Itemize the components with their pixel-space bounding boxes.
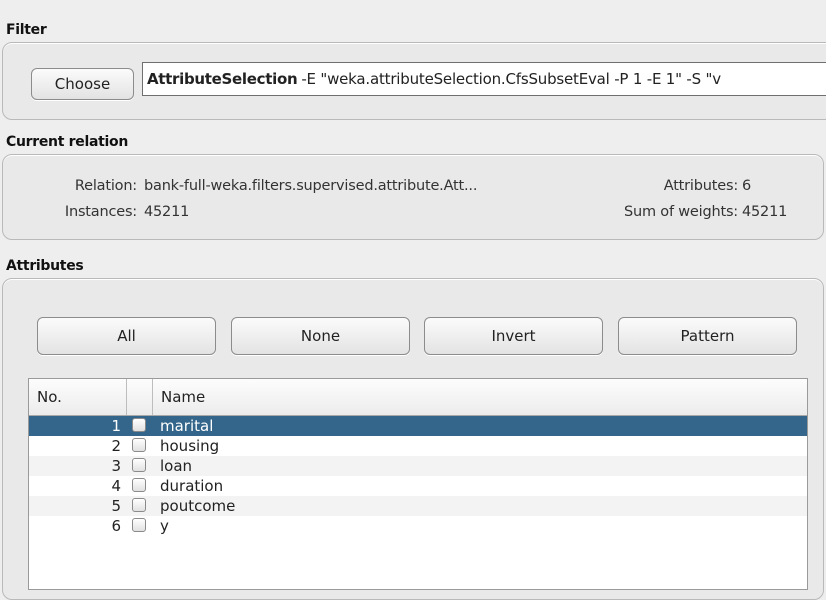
- table-row[interactable]: 2 housing: [29, 436, 807, 456]
- table-row[interactable]: 6 y: [29, 516, 807, 536]
- row-checkbox[interactable]: [132, 518, 146, 532]
- row-attribute-name: y: [160, 517, 169, 535]
- filter-section-title: Filter: [6, 22, 47, 38]
- row-attribute-name: duration: [160, 477, 224, 495]
- table-row[interactable]: 1 marital: [29, 416, 807, 436]
- row-attribute-name: marital: [160, 417, 214, 435]
- column-header-name[interactable]: Name: [153, 379, 807, 415]
- table-row[interactable]: 4 duration: [29, 476, 807, 496]
- row-checkbox[interactable]: [132, 458, 146, 472]
- relation-label: Relation:: [74, 178, 137, 194]
- row-checkbox[interactable]: [132, 478, 146, 492]
- row-attribute-name: loan: [160, 457, 193, 475]
- attributes-count-label: Attributes:: [663, 178, 738, 194]
- invert-selection-button[interactable]: Invert: [424, 317, 603, 355]
- row-attribute-name: housing: [160, 437, 220, 455]
- row-checkbox[interactable]: [132, 418, 146, 432]
- current-relation-panel: [2, 154, 824, 240]
- filter-name: AttributeSelection: [147, 70, 298, 88]
- attributes-count-value: 6: [742, 178, 752, 194]
- attributes-section-title: Attributes: [6, 258, 84, 274]
- row-number: 2: [111, 437, 121, 455]
- column-header-checkbox[interactable]: [127, 379, 153, 415]
- filter-options: -E "weka.attributeSelection.CfsSubsetEva…: [301, 70, 721, 88]
- column-header-no[interactable]: No.: [29, 379, 127, 415]
- table-header: No. Name: [29, 379, 807, 416]
- filter-config-field[interactable]: AttributeSelection -E "weka.attributeSel…: [142, 62, 826, 96]
- table-row[interactable]: 3 loan: [29, 456, 807, 476]
- choose-button[interactable]: Choose: [31, 68, 134, 100]
- row-number: 4: [111, 477, 121, 495]
- pattern-button[interactable]: Pattern: [618, 317, 797, 355]
- sum-weights-value: 45211: [742, 204, 788, 220]
- attributes-table: No. Name 1 marital 2 housing 3 loan 4 du…: [28, 378, 808, 590]
- current-relation-title: Current relation: [6, 134, 128, 150]
- select-all-button[interactable]: All: [37, 317, 216, 355]
- row-attribute-name: poutcome: [160, 497, 236, 515]
- row-number: 6: [111, 517, 121, 535]
- instances-label: Instances:: [64, 204, 137, 220]
- relation-value: bank-full-weka.filters.supervised.attrib…: [144, 178, 478, 194]
- select-none-button[interactable]: None: [231, 317, 410, 355]
- table-row[interactable]: 5 poutcome: [29, 496, 807, 516]
- row-number: 1: [111, 417, 121, 435]
- row-checkbox[interactable]: [132, 498, 146, 512]
- row-number: 3: [111, 457, 121, 475]
- sum-weights-label: Sum of weights:: [623, 204, 738, 220]
- instances-value: 45211: [144, 204, 190, 220]
- row-checkbox[interactable]: [132, 438, 146, 452]
- row-number: 5: [111, 497, 121, 515]
